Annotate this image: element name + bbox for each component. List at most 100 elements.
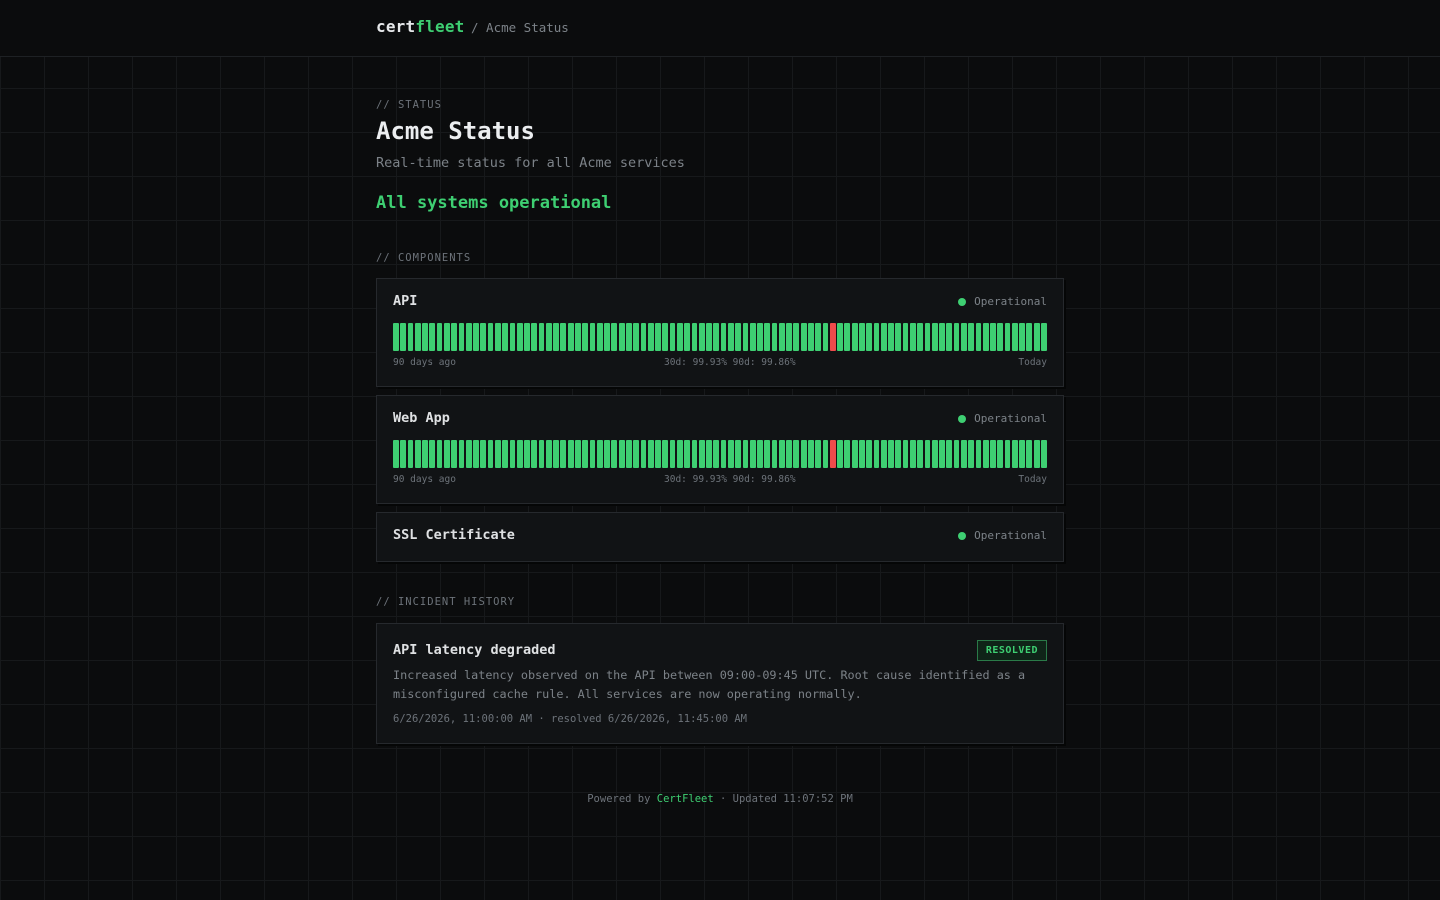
uptime-day-bar[interactable] — [516, 440, 523, 468]
uptime-day-bar[interactable] — [880, 323, 887, 351]
uptime-day-bar[interactable] — [749, 323, 756, 351]
uptime-day-bar[interactable] — [684, 440, 691, 468]
uptime-day-bar[interactable] — [757, 440, 763, 468]
uptime-day-bar[interactable] — [960, 440, 967, 468]
uptime-day-bar[interactable] — [888, 323, 894, 351]
uptime-day-bar[interactable] — [575, 440, 581, 468]
uptime-day-bar[interactable] — [465, 323, 472, 351]
uptime-day-bar[interactable] — [895, 323, 902, 351]
uptime-day-bar[interactable] — [1019, 440, 1025, 468]
uptime-day-bar[interactable] — [844, 440, 851, 468]
uptime-day-bar[interactable] — [662, 323, 669, 351]
uptime-day-bar[interactable] — [524, 440, 530, 468]
uptime-day-bar[interactable] — [1033, 323, 1040, 351]
uptime-day-bar[interactable] — [589, 323, 596, 351]
uptime-day-bar[interactable] — [429, 440, 436, 468]
uptime-day-bar[interactable] — [851, 323, 858, 351]
uptime-day-bar[interactable] — [400, 323, 407, 351]
uptime-day-bar[interactable] — [626, 440, 632, 468]
uptime-day-bar[interactable] — [895, 440, 902, 468]
uptime-day-bar[interactable] — [786, 323, 792, 351]
uptime-day-bar[interactable] — [626, 323, 632, 351]
uptime-day-bar[interactable] — [727, 323, 734, 351]
uptime-day-bar[interactable] — [982, 323, 989, 351]
uptime-day-bar[interactable] — [422, 323, 428, 351]
uptime-day-bar[interactable] — [1041, 440, 1047, 468]
uptime-day-bar[interactable] — [713, 440, 720, 468]
uptime-day-bar[interactable] — [975, 323, 982, 351]
uptime-day-bar[interactable] — [924, 440, 931, 468]
uptime-day-bar[interactable] — [859, 440, 865, 468]
uptime-day-bar[interactable] — [684, 323, 691, 351]
uptime-day-bar[interactable] — [538, 440, 545, 468]
uptime-day-bar[interactable] — [553, 440, 559, 468]
uptime-day-bar[interactable] — [698, 440, 705, 468]
uptime-day-bar[interactable] — [545, 323, 552, 351]
uptime-day-bar[interactable] — [902, 323, 909, 351]
uptime-day-bar[interactable] — [939, 323, 945, 351]
uptime-day-bar[interactable] — [1026, 440, 1033, 468]
uptime-day-bar[interactable] — [975, 440, 982, 468]
uptime-day-bar[interactable] — [822, 440, 829, 468]
uptime-day-bar[interactable] — [407, 440, 414, 468]
uptime-day-bar[interactable] — [837, 323, 843, 351]
uptime-day-bar[interactable] — [706, 440, 712, 468]
uptime-day-bar[interactable] — [1004, 440, 1011, 468]
uptime-day-bar[interactable] — [524, 323, 530, 351]
uptime-day-bar[interactable] — [808, 323, 814, 351]
uptime-day-bar[interactable] — [866, 323, 873, 351]
uptime-day-bar[interactable] — [436, 323, 443, 351]
uptime-day-bar-incident[interactable] — [829, 323, 836, 351]
uptime-day-bar[interactable] — [749, 440, 756, 468]
uptime-day-bar[interactable] — [917, 440, 924, 468]
uptime-day-bar[interactable] — [946, 440, 953, 468]
uptime-day-bar[interactable] — [968, 440, 974, 468]
uptime-day-bar[interactable] — [764, 440, 771, 468]
uptime-day-bar[interactable] — [560, 440, 567, 468]
uptime-day-bar[interactable] — [451, 323, 458, 351]
uptime-day-bar[interactable] — [873, 440, 880, 468]
uptime-day-bar[interactable] — [786, 440, 792, 468]
uptime-day-bar[interactable] — [742, 323, 749, 351]
uptime-day-bar[interactable] — [487, 323, 494, 351]
uptime-day-bar[interactable] — [458, 440, 465, 468]
uptime-day-bar[interactable] — [429, 323, 436, 351]
uptime-day-bar[interactable] — [422, 440, 428, 468]
uptime-day-bar[interactable] — [611, 440, 618, 468]
uptime-day-bar[interactable] — [924, 323, 931, 351]
uptime-day-bar[interactable] — [676, 323, 683, 351]
uptime-day-bar[interactable] — [844, 323, 851, 351]
uptime-day-bar[interactable] — [451, 440, 458, 468]
uptime-day-bar[interactable] — [582, 323, 589, 351]
uptime-day-bar[interactable] — [393, 323, 399, 351]
uptime-day-bar[interactable] — [902, 440, 909, 468]
uptime-day-bar[interactable] — [676, 440, 683, 468]
uptime-day-bar[interactable] — [414, 440, 421, 468]
uptime-day-bar[interactable] — [713, 323, 720, 351]
uptime-day-bar[interactable] — [596, 323, 603, 351]
uptime-day-bar[interactable] — [647, 323, 654, 351]
uptime-day-bar[interactable] — [567, 323, 574, 351]
uptime-day-bar[interactable] — [822, 323, 829, 351]
uptime-day-bar[interactable] — [400, 440, 407, 468]
uptime-day-bar[interactable] — [509, 440, 516, 468]
uptime-day-bar[interactable] — [931, 323, 938, 351]
uptime-day-bar[interactable] — [633, 440, 640, 468]
uptime-day-bar[interactable] — [742, 440, 749, 468]
uptime-day-bar[interactable] — [480, 440, 487, 468]
uptime-day-bar[interactable] — [553, 323, 559, 351]
uptime-day-bar[interactable] — [808, 440, 814, 468]
uptime-day-bar[interactable] — [735, 440, 741, 468]
uptime-day-bar[interactable] — [800, 323, 807, 351]
uptime-day-bar[interactable] — [960, 323, 967, 351]
uptime-day-bar[interactable] — [494, 323, 501, 351]
uptime-day-bar[interactable] — [393, 440, 399, 468]
uptime-day-bar[interactable] — [575, 323, 581, 351]
uptime-day-bar[interactable] — [815, 440, 822, 468]
uptime-day-bar[interactable] — [480, 323, 487, 351]
uptime-day-bar[interactable] — [604, 323, 610, 351]
uptime-day-bar[interactable] — [1019, 323, 1025, 351]
uptime-day-bar[interactable] — [473, 440, 479, 468]
uptime-day-bar[interactable] — [909, 440, 916, 468]
uptime-day-bar[interactable] — [494, 440, 501, 468]
